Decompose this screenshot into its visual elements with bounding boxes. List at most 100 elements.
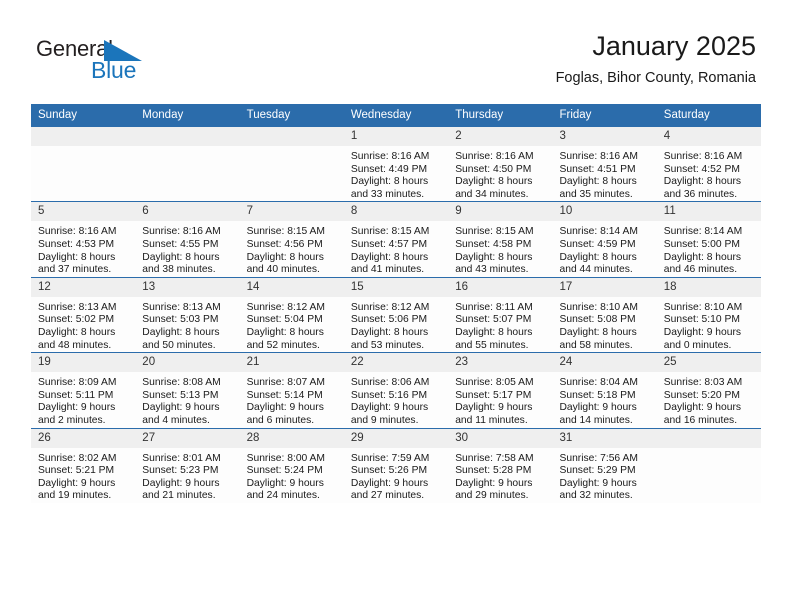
calendar-day-cell[interactable]: 30 Sunrise: 7:58 AM Sunset: 5:28 PM Dayligh… [448,427,553,503]
day-number [135,127,240,146]
calendar-day-cell[interactable]: 24 Sunrise: 8:04 AM Sunset: 5:18 PM Dayligh… [552,352,657,428]
calendar-day-cell[interactable]: 26 Sunrise: 8:02 AM Sunset: 5:21 PM Dayligh… [31,427,136,503]
day-number: 17 [552,277,657,297]
day-sun-info: Sunrise: 8:03 AM Sunset: 5:20 PM Daylight:… [657,372,761,427]
day-sun-info: Sunrise: 8:16 AM Sunset: 4:51 PM Daylight:… [552,146,656,201]
day-sun-info: Sunrise: 8:01 AM Sunset: 5:23 PM Daylight:… [135,448,239,503]
daylight-line-cont: and 41 minutes. [350,264,425,276]
daylight-line-cont: and 2 minutes. [38,414,106,426]
day-sun-info: Sunrise: 8:16 AM Sunset: 4:49 PM Daylight:… [344,146,448,201]
sunset-line: Sunset: 5:17 PM [455,389,532,401]
weekday-header-friday: Friday [552,104,657,127]
calendar-day-cell[interactable]: 1 Sunrise: 8:16 AM Sunset: 4:49 PM Daylight… [343,125,449,202]
calendar-day-cell[interactable]: 18 Sunrise: 8:10 AM Sunset: 5:10 PM Dayligh… [656,276,762,353]
calendar-day-cell[interactable]: 9 Sunrise: 8:15 AM Sunset: 4:58 PM Daylight… [448,201,553,278]
daylight-line: Daylight: 9 hours [38,402,116,414]
calendar-day-cell[interactable]: 31 Sunrise: 7:56 AM Sunset: 5:29 PM Dayligh… [552,427,657,503]
calendar-day-cell[interactable]: 23 Sunrise: 8:05 AM Sunset: 5:17 PM Dayligh… [448,352,553,428]
daylight-line: Daylight: 8 hours [455,176,533,188]
sunset-line: Sunset: 5:03 PM [142,314,219,326]
sunrise-line: Sunrise: 8:07 AM [246,377,326,389]
calendar-day-cell[interactable]: 15 Sunrise: 8:12 AM Sunset: 5:06 PM Dayligh… [343,276,449,353]
sunrise-line: Sunrise: 8:09 AM [38,377,117,389]
daylight-line: Daylight: 9 hours [663,326,742,338]
sunrise-line: Sunrise: 8:10 AM [559,301,638,313]
calendar-day-cell[interactable]: 20 Sunrise: 8:08 AM Sunset: 5:13 PM Dayligh… [135,352,240,428]
day-sun-info: Sunrise: 8:14 AM Sunset: 4:59 PM Daylight:… [552,221,656,276]
calendar-day-cell[interactable]: 25 Sunrise: 8:03 AM Sunset: 5:20 PM Dayligh… [656,352,762,428]
calendar-day-cell[interactable]: 11 Sunrise: 8:14 AM Sunset: 5:00 PM Dayligh… [656,201,762,278]
calendar-day-cell[interactable]: 19 Sunrise: 8:09 AM Sunset: 5:11 PM Dayligh… [31,352,136,428]
weekday-header-tuesday: Tuesday [239,104,344,127]
calendar-day-cell[interactable]: 4 Sunrise: 8:16 AM Sunset: 4:52 PM Daylight… [656,125,762,202]
calendar-day-cell[interactable]: 29 Sunrise: 7:59 AM Sunset: 5:26 PM Dayligh… [343,427,449,503]
daylight-line-cont: and 38 minutes. [142,264,216,276]
weekday-header-sunday: Sunday [31,104,136,127]
sunset-line: Sunset: 4:51 PM [559,163,636,175]
calendar-cell-empty [135,125,240,202]
calendar-day-cell[interactable]: 12 Sunrise: 8:13 AM Sunset: 5:02 PM Dayligh… [31,276,136,353]
day-sun-info: Sunrise: 8:09 AM Sunset: 5:11 PM Daylight:… [31,372,135,427]
weekday-header-saturday: Saturday [656,104,762,127]
daylight-line-cont: and 9 minutes. [350,414,419,426]
day-number: 8 [343,202,449,222]
day-number [656,428,762,448]
calendar-day-cell[interactable]: 3 Sunrise: 8:16 AM Sunset: 4:51 PM Daylight… [552,125,657,202]
page-title: January 2025 [592,31,756,61]
calendar-day-cell[interactable]: 10 Sunrise: 8:14 AM Sunset: 4:59 PM Dayligh… [552,201,657,278]
calendar-day-cell[interactable]: 22 Sunrise: 8:06 AM Sunset: 5:16 PM Dayligh… [343,352,449,428]
page-header: General Blue January 2025 Foglas, Bihor … [0,0,792,104]
sunset-line: Sunset: 5:18 PM [559,389,636,401]
calendar-day-cell[interactable]: 27 Sunrise: 8:01 AM Sunset: 5:23 PM Dayligh… [135,427,240,503]
calendar-day-cell[interactable]: 14 Sunrise: 8:12 AM Sunset: 5:04 PM Dayligh… [239,276,344,353]
sunrise-line: Sunrise: 8:05 AM [455,377,534,389]
calendar-day-cell[interactable]: 21 Sunrise: 8:07 AM Sunset: 5:14 PM Dayligh… [239,352,344,428]
daylight-line-cont: and 55 minutes. [455,339,529,351]
calendar-day-cell[interactable]: 5 Sunrise: 8:16 AM Sunset: 4:53 PM Daylight… [31,201,136,278]
calendar-day-cell[interactable]: 28 Sunrise: 8:00 AM Sunset: 5:24 PM Dayligh… [239,427,344,503]
day-sun-info: Sunrise: 8:11 AM Sunset: 5:07 PM Daylight:… [448,297,552,352]
day-sun-info: Sunrise: 8:12 AM Sunset: 5:04 PM Daylight:… [240,297,344,352]
calendar-day-cell[interactable]: 2 Sunrise: 8:16 AM Sunset: 4:50 PM Daylight… [448,125,553,202]
calendar-day-cell[interactable]: 16 Sunrise: 8:11 AM Sunset: 5:07 PM Dayligh… [448,276,553,353]
day-number: 16 [448,277,553,297]
sunrise-line: Sunrise: 8:04 AM [559,377,638,389]
sunset-line: Sunset: 5:23 PM [142,465,219,477]
sunrise-line: Sunrise: 8:16 AM [142,226,221,238]
sunrise-line: Sunrise: 8:14 AM [663,226,743,238]
day-sun-info: Sunrise: 7:58 AM Sunset: 5:28 PM Daylight:… [448,448,552,503]
sunrise-line: Sunrise: 7:56 AM [559,452,638,464]
sunset-line: Sunset: 5:24 PM [246,465,323,477]
day-sun-info: Sunrise: 8:00 AM Sunset: 5:24 PM Daylight:… [240,448,344,503]
calendar-week-row: 19 Sunrise: 8:09 AM Sunset: 5:11 PM Dayligh… [31,352,762,428]
sunset-line: Sunset: 5:08 PM [559,314,636,326]
daylight-line: Daylight: 8 hours [559,251,637,263]
daylight-line-cont: and 19 minutes. [38,490,112,502]
day-number: 9 [448,202,553,222]
general-blue-logo: General Blue [36,36,166,84]
sunset-line: Sunset: 5:26 PM [350,465,428,477]
daylight-line: Daylight: 8 hours [455,326,533,338]
calendar-cell-empty [656,427,762,503]
daylight-line: Daylight: 8 hours [142,251,220,263]
calendar-day-cell[interactable]: 8 Sunrise: 8:15 AM Sunset: 4:57 PM Daylight… [343,201,449,278]
daylight-line-cont: and 11 minutes. [455,414,528,426]
calendar-day-cell[interactable]: 17 Sunrise: 8:10 AM Sunset: 5:08 PM Dayligh… [552,276,657,353]
day-sun-info: Sunrise: 8:15 AM Sunset: 4:58 PM Daylight:… [448,221,552,276]
daylight-line: Daylight: 9 hours [559,402,637,414]
calendar-day-cell[interactable]: 13 Sunrise: 8:13 AM Sunset: 5:03 PM Dayligh… [135,276,240,353]
sunset-line: Sunset: 5:07 PM [455,314,532,326]
sunrise-line: Sunrise: 8:15 AM [350,226,430,238]
calendar-day-cell[interactable]: 6 Sunrise: 8:16 AM Sunset: 4:55 PM Daylight… [135,201,240,278]
daylight-line-cont: and 21 minutes. [142,490,216,502]
daylight-line: Daylight: 9 hours [455,402,533,414]
day-sun-info: Sunrise: 8:02 AM Sunset: 5:21 PM Daylight:… [31,448,135,503]
sunrise-line: Sunrise: 8:10 AM [663,301,743,313]
daylight-line-cont: and 6 minutes. [246,414,315,426]
calendar-day-cell[interactable]: 7 Sunrise: 8:15 AM Sunset: 4:56 PM Daylight… [239,201,344,278]
daylight-line: Daylight: 9 hours [38,477,116,489]
daylight-line-cont: and 36 minutes. [663,188,738,200]
sunset-line: Sunset: 4:52 PM [663,163,740,175]
day-number: 2 [448,127,553,146]
sunrise-line: Sunrise: 8:15 AM [246,226,326,238]
